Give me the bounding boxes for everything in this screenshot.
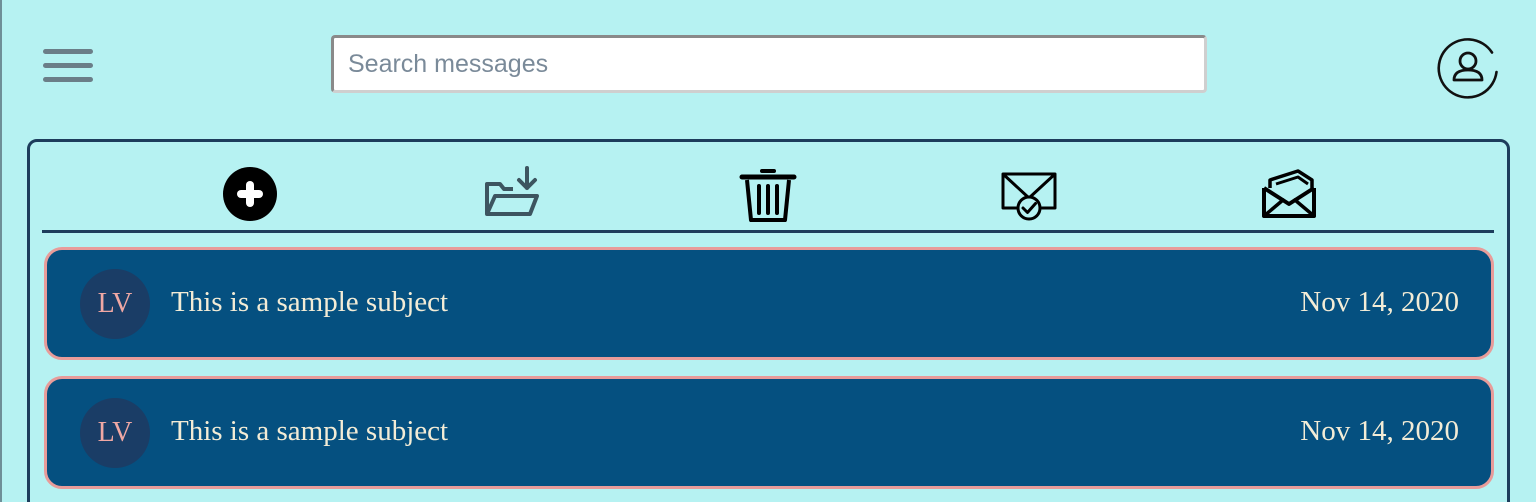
message-date: Nov 14, 2020: [1300, 286, 1459, 318]
avatar: LV: [80, 269, 150, 339]
message-row[interactable]: LV This is a sample subject Nov 14, 2020: [44, 247, 1494, 360]
avatar: LV: [80, 398, 150, 468]
hamburger-menu-icon[interactable]: [40, 46, 96, 86]
envelope-check-icon[interactable]: [997, 162, 1061, 226]
trash-icon[interactable]: [736, 162, 800, 226]
folder-download-icon[interactable]: [478, 162, 542, 226]
message-toolbar: [42, 154, 1494, 233]
window-edge: [0, 0, 2, 502]
profile-button[interactable]: [1436, 36, 1500, 100]
message-date: Nov 14, 2020: [1300, 415, 1459, 447]
message-subject: This is a sample subject: [171, 286, 449, 318]
search-input[interactable]: [331, 35, 1207, 93]
user-circle-icon: [1437, 38, 1498, 99]
message-subject: This is a sample subject: [171, 415, 449, 447]
plus-circle-icon[interactable]: [218, 162, 282, 226]
message-row[interactable]: LV This is a sample subject Nov 14, 2020: [44, 376, 1494, 489]
envelope-open-icon[interactable]: [1256, 162, 1320, 226]
